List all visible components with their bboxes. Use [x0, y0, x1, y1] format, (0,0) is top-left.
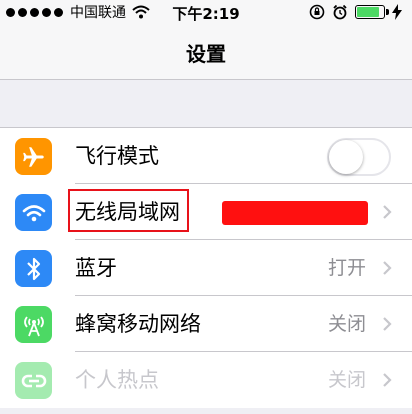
settings-row-airplane-mode: 飞行模式 [0, 128, 412, 184]
navigation-bar: 设置 [0, 24, 412, 80]
airplane-icon [15, 138, 52, 175]
hotspot-label: 个人热点 [75, 368, 159, 392]
settings-list: 飞行模式 无线局域网 蓝牙 打开 蜂窝移动网络 关闭 个人热点 关闭 [0, 127, 412, 408]
redacted-network-name [222, 201, 368, 225]
antenna-icon [15, 306, 52, 343]
highlight-annotation-box [68, 189, 189, 232]
settings-row-bluetooth[interactable]: 蓝牙 打开 [0, 240, 412, 296]
settings-row-wifi[interactable]: 无线局域网 [0, 184, 412, 240]
hotspot-link-icon [15, 362, 52, 399]
settings-row-cellular[interactable]: 蜂窝移动网络 关闭 [0, 296, 412, 352]
chevron-right-icon [383, 317, 392, 331]
chevron-right-icon [383, 373, 392, 387]
toggle-knob [329, 140, 363, 174]
airplane-mode-toggle[interactable] [327, 138, 391, 176]
airplane-mode-label: 飞行模式 [75, 144, 159, 168]
status-right [309, 3, 402, 21]
cellular-status: 关闭 [327, 313, 366, 335]
chevron-right-icon [383, 205, 392, 219]
hotspot-status: 关闭 [327, 369, 366, 391]
page-title: 设置 [186, 42, 226, 66]
bluetooth-label: 蓝牙 [75, 256, 117, 280]
bluetooth-icon [15, 250, 52, 287]
settings-row-personal-hotspot[interactable]: 个人热点 关闭 [0, 352, 412, 408]
battery-icon [355, 5, 389, 19]
orientation-lock-icon [309, 4, 325, 20]
wifi-icon [15, 194, 52, 231]
chevron-right-icon [383, 261, 392, 275]
cellular-label: 蜂窝移动网络 [75, 312, 201, 336]
battery-fill [357, 7, 380, 17]
alarm-clock-icon [333, 4, 347, 20]
charging-bolt-icon [392, 4, 402, 20]
bluetooth-status: 打开 [327, 257, 366, 279]
status-bar: 中国联通 下午2:19 [0, 0, 412, 24]
